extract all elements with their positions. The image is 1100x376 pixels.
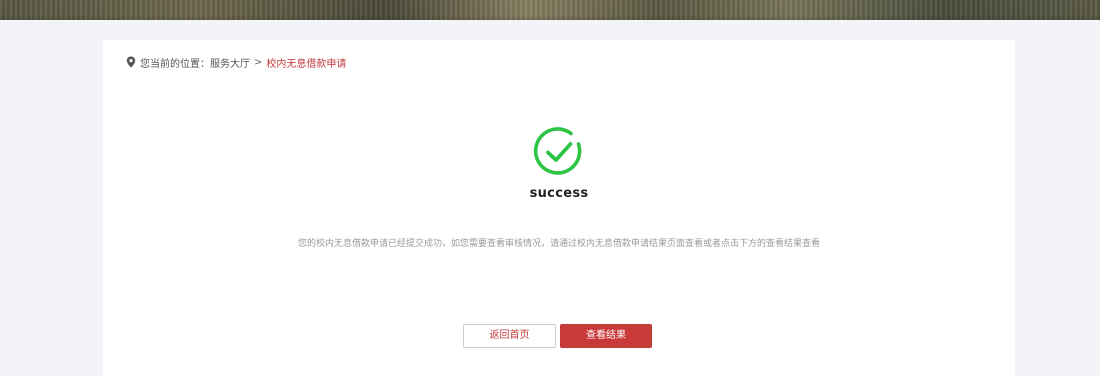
return-home-button[interactable]: 返回首页 — [463, 324, 556, 348]
view-result-button[interactable]: 查看结果 — [560, 324, 652, 348]
map-pin-icon — [126, 56, 136, 68]
result-title: success — [529, 186, 589, 201]
breadcrumb: 您当前的位置： 服务大厅 > 校内无息借款申请 — [126, 54, 346, 70]
check-circle-icon — [531, 124, 587, 180]
breadcrumb-prefix: 您当前的位置： — [140, 58, 210, 70]
breadcrumb-item-service-hall[interactable]: 服务大厅 — [210, 55, 250, 70]
result-message: 您的校内无息借款申请已经提交成功，如您需要查看审核情况，请通过校内无息借款申请结… — [297, 239, 820, 249]
header-banner-image — [0, 0, 1100, 20]
content-card: 您当前的位置： 服务大厅 > 校内无息借款申请 success 您的校内无息借款… — [103, 40, 1015, 376]
breadcrumb-item-current: 校内无息借款申请 — [266, 58, 347, 70]
breadcrumb-separator: > — [254, 56, 263, 68]
